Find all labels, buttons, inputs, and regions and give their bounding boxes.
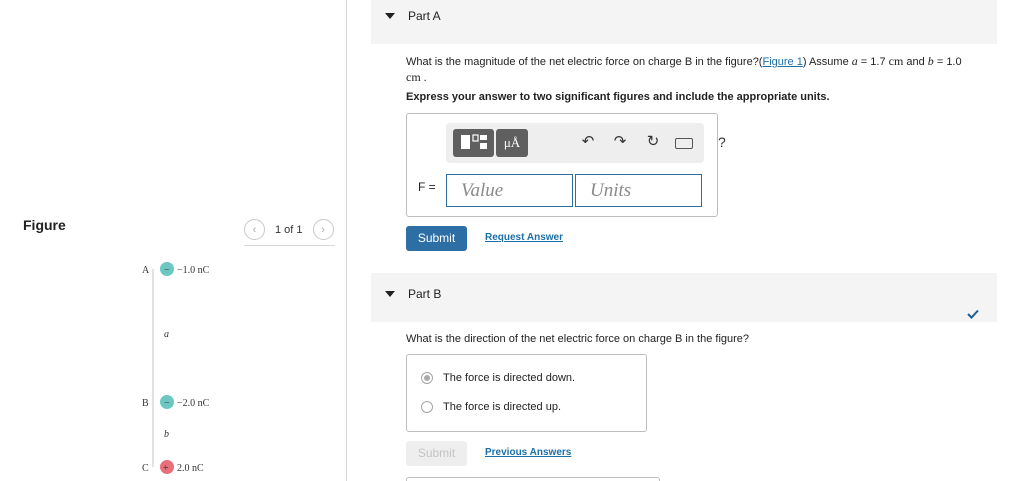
next-part-box [406, 477, 660, 481]
charge-b: B − −2.0 nC [142, 395, 210, 409]
charge-a-sign: − [164, 265, 170, 276]
templates-icon[interactable] [453, 129, 494, 157]
question-text: What is the magnitude of the net electri… [406, 56, 763, 68]
charge-c-label: C [142, 463, 149, 474]
math-toolbar: μÅ ↶ ↷ ↻ ? [446, 123, 726, 163]
figure-page-indicator: 1 of 1 [275, 223, 303, 236]
charge-a-label: A [142, 265, 150, 276]
charge-b-label: B [142, 398, 149, 409]
units-button[interactable]: μÅ [496, 129, 528, 157]
question-text: ) Assume [802, 56, 852, 68]
figure-heading: Figure [23, 217, 66, 233]
answer-instruction: Express your answer to two significant f… [406, 91, 830, 103]
part-a-header[interactable]: Part A [371, 0, 997, 44]
charge-a-value: −1.0 nC [177, 265, 210, 276]
help-button[interactable]: ? [718, 134, 726, 150]
checkmark-icon [967, 309, 979, 319]
charge-b-sign: − [164, 398, 170, 409]
figure-link[interactable]: Figure 1 [762, 56, 802, 68]
figure-panel: Figure ‹ 1 of 1 › A − −1.0 nC a B − −2.0… [0, 0, 347, 481]
figure-divider [244, 245, 335, 246]
chevron-left-icon[interactable]: ‹ [244, 219, 265, 240]
part-b-question: What is the direction of the net electri… [406, 333, 750, 345]
question-text: and [903, 56, 928, 68]
chevron-right-icon[interactable]: › [312, 219, 334, 240]
units-input[interactable]: Units [575, 174, 702, 207]
undo-icon[interactable]: ↶ [578, 132, 598, 150]
part-a-title: Part A [408, 9, 441, 23]
redo-icon[interactable]: ↷ [610, 132, 630, 150]
charge-c: C + 2.0 nC [142, 460, 204, 474]
charge-a: A − −1.0 nC [142, 262, 210, 276]
figure-pager: ‹ 1 of 1 › [244, 219, 334, 240]
collapse-triangle-icon[interactable] [385, 291, 395, 297]
part-a-question: What is the magnitude of the net electri… [406, 54, 996, 86]
answer-variable-label: F = [418, 180, 436, 194]
submit-button[interactable]: Submit [406, 226, 467, 251]
value-input[interactable]: Value [446, 174, 573, 207]
option-label: The force is directed down. [443, 372, 576, 384]
part-b-title: Part B [408, 287, 442, 301]
option-down[interactable]: The force is directed down. [421, 372, 575, 384]
unit-cm: cm . [406, 70, 427, 84]
options-box: The force is directed down. The force is… [406, 354, 647, 432]
charge-figure: A − −1.0 nC a B − −2.0 nC b C + 2.0 nC [142, 262, 210, 474]
charge-c-value: 2.0 nC [177, 463, 204, 474]
radio-button[interactable] [421, 401, 433, 413]
charge-c-sign: + [163, 463, 169, 474]
distance-a-label: a [164, 329, 169, 340]
keyboard-icon[interactable] [675, 138, 693, 149]
request-answer-link[interactable]: Request Answer [485, 232, 563, 243]
collapse-triangle-icon[interactable] [385, 13, 395, 19]
radio-button-selected[interactable] [421, 372, 433, 384]
option-label: The force is directed up. [443, 401, 562, 413]
submit-button-disabled: Submit [406, 441, 467, 466]
previous-answers-link[interactable]: Previous Answers [485, 447, 571, 458]
distance-b-label: b [164, 429, 169, 440]
unit-cm: cm [888, 54, 904, 68]
option-up[interactable]: The force is directed up. [421, 401, 561, 413]
answer-box: μÅ ↶ ↷ ↻ ? F = Value Units [406, 113, 726, 217]
part-b-header[interactable]: Part B [371, 273, 997, 322]
reset-icon[interactable]: ↻ [643, 132, 663, 150]
question-text: = 1.7 [857, 56, 889, 68]
charge-b-value: −2.0 nC [177, 398, 210, 409]
question-text: = 1.0 [933, 56, 962, 68]
